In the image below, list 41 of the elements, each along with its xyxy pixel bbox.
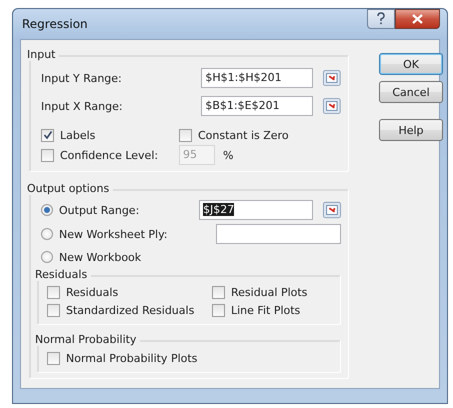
checkbox-label: Residuals xyxy=(66,286,118,298)
range-field[interactable]: $H$1:$H$201 xyxy=(201,68,314,88)
range-picker-icon[interactable] xyxy=(323,97,341,115)
field-label: Input X Range: xyxy=(40,100,124,112)
close-icon[interactable] xyxy=(395,9,440,29)
checkbox-label: Constant is Zero xyxy=(198,128,289,142)
checkbox[interactable] xyxy=(212,286,225,298)
checkbox[interactable] xyxy=(41,128,54,142)
cancel-button[interactable]: Cancel xyxy=(379,81,443,103)
group-title: Input xyxy=(27,48,60,61)
output-range-field[interactable]: $J$27 xyxy=(199,200,314,220)
group-title: Residuals xyxy=(35,268,92,281)
group-title: Normal Probability xyxy=(35,333,140,346)
percent-unit: % xyxy=(223,148,234,162)
checkbox[interactable] xyxy=(212,304,225,316)
help-icon[interactable] xyxy=(367,9,395,29)
radio-label: New Worksheet Ply: xyxy=(59,228,168,240)
checkbox[interactable] xyxy=(47,352,60,364)
ok-button[interactable]: OK xyxy=(379,53,443,75)
checkbox-label: Labels xyxy=(60,128,96,142)
checkbox[interactable] xyxy=(179,128,192,142)
radio-button[interactable] xyxy=(41,251,53,263)
help-button[interactable]: Help xyxy=(379,119,443,141)
checkbox-label: Residual Plots xyxy=(231,286,308,298)
checkbox[interactable] xyxy=(47,304,60,316)
checkbox-label: Normal Probability Plots xyxy=(66,352,198,364)
range-picker-icon[interactable] xyxy=(323,201,341,219)
range-field[interactable]: $B$1:$E$201 xyxy=(201,96,314,116)
checkbox-label: Standardized Residuals xyxy=(66,304,194,316)
radio-button[interactable] xyxy=(41,204,53,216)
radio-label: New Workbook xyxy=(59,250,142,264)
range-picker-icon[interactable] xyxy=(323,69,341,87)
checkbox[interactable] xyxy=(47,286,60,298)
worksheet-name-field[interactable] xyxy=(216,224,341,244)
checkbox-label: Confidence Level: xyxy=(60,148,158,162)
radio-button[interactable] xyxy=(41,228,53,240)
checkbox-label: Line Fit Plots xyxy=(231,304,300,316)
group-title: Output options xyxy=(27,182,114,195)
field-label: Input Y Range: xyxy=(40,72,123,84)
window-title: Regression xyxy=(21,17,88,31)
radio-label: Output Range: xyxy=(59,204,140,216)
